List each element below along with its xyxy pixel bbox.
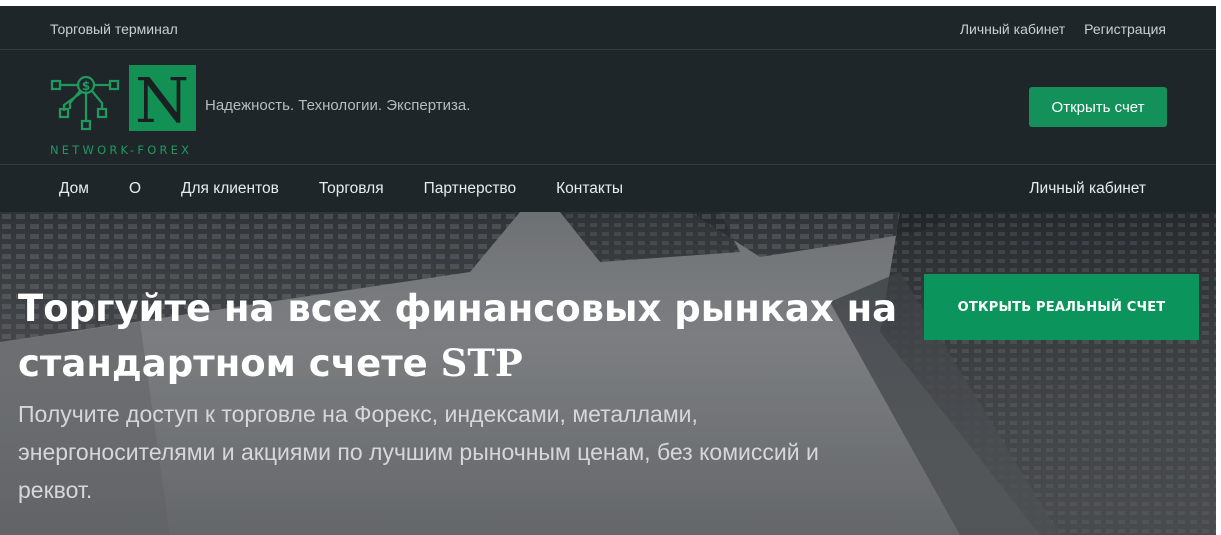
nav-item-home[interactable]: Дом xyxy=(59,180,89,198)
open-real-account-button[interactable]: ОТКРЫТЬ РЕАЛЬНЫЙ СЧЕТ xyxy=(924,274,1199,340)
personal-account-link[interactable]: Личный кабинет xyxy=(960,21,1065,37)
nav-item-personal-account[interactable]: Личный кабинет xyxy=(1029,180,1146,198)
main-nav: Дом О Для клиентов Торговля Партнерство … xyxy=(0,166,1216,212)
logo-wordmark: NETWORK-FOREX xyxy=(50,143,193,157)
network-logo-icon: $ N xyxy=(50,64,196,137)
svg-text:N: N xyxy=(135,65,189,137)
nav-items: Дом О Для клиентов Торговля Партнерство … xyxy=(59,180,663,198)
account-links: Личный кабинет Регистрация xyxy=(960,21,1166,37)
open-account-button[interactable]: Открыть счет xyxy=(1029,87,1167,127)
hero-banner: Торгуйте на всех финансовых рынках на ст… xyxy=(0,212,1216,535)
nav-item-contacts[interactable]: Контакты xyxy=(556,180,623,198)
header: $ N NETWORK-FOREX Надежность. Технологии… xyxy=(0,51,1216,165)
tagline: Надежность. Технологии. Экспертиза. xyxy=(205,97,471,114)
trading-terminal-link[interactable]: Торговый терминал xyxy=(50,21,178,37)
registration-link[interactable]: Регистрация xyxy=(1084,21,1166,37)
logo[interactable]: $ N NETWORK-FOREX xyxy=(50,64,200,157)
nav-item-clients[interactable]: Для клиентов xyxy=(181,180,279,198)
svg-text:$: $ xyxy=(82,79,90,93)
top-bar: Торговый терминал Личный кабинет Регистр… xyxy=(0,6,1216,50)
hero-title: Торгуйте на всех финансовых рынках на ст… xyxy=(18,282,898,391)
nav-item-partnership[interactable]: Партнерство xyxy=(424,180,516,198)
hero-subtitle: Получите доступ к торговле на Форекс, ин… xyxy=(18,401,819,503)
hero-title-stp: STP xyxy=(440,341,523,385)
nav-item-trading[interactable]: Торговля xyxy=(319,180,384,198)
page: Торговый терминал Личный кабинет Регистр… xyxy=(0,6,1216,535)
nav-item-about[interactable]: О xyxy=(129,180,141,198)
